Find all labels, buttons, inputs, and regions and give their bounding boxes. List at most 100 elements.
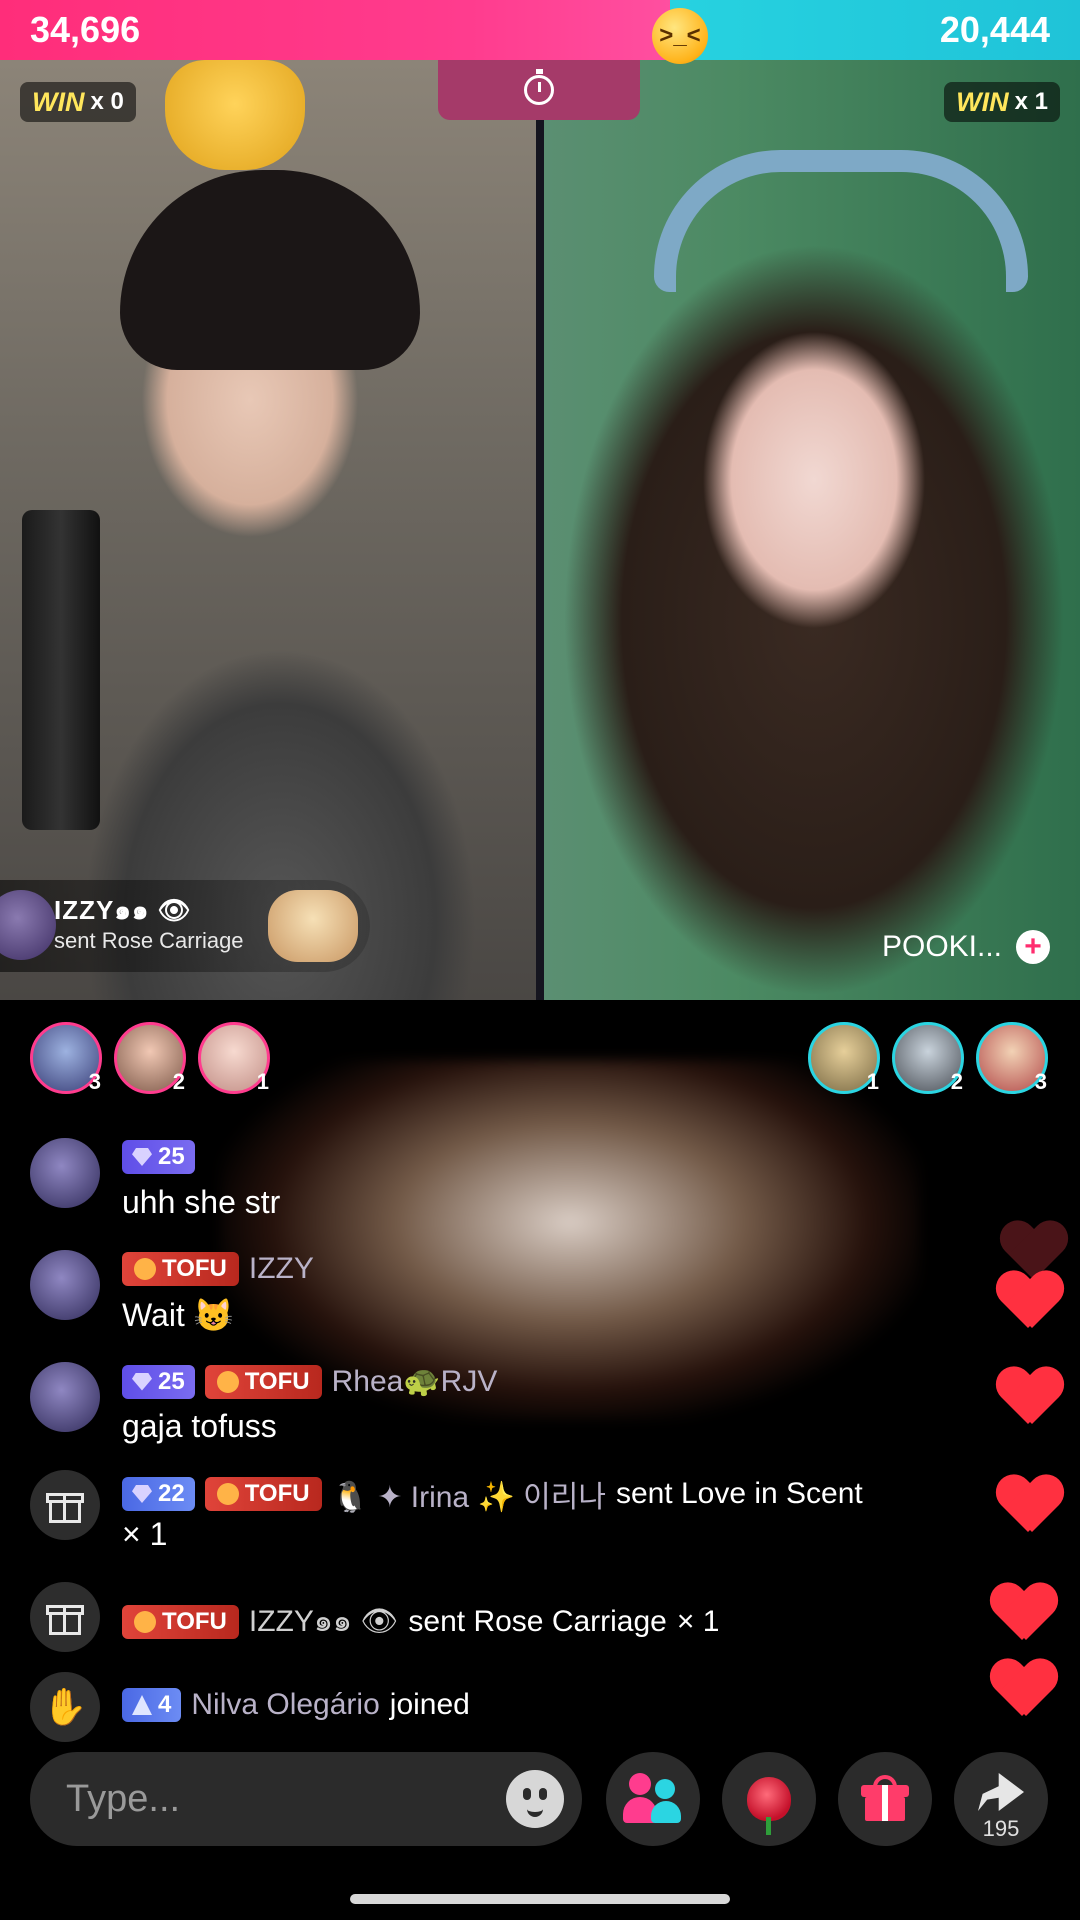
supporter-avatar[interactable]: 2 (892, 1022, 964, 1094)
gift-sender-name: IZZY๑๑ 👁 (54, 895, 192, 925)
username[interactable]: IZZY๑๑ 👁 (249, 1598, 399, 1645)
tofu-badge: TOFU (204, 1364, 322, 1399)
heart-icon (990, 1584, 1054, 1640)
tofu-badge: TOFU (204, 1477, 322, 1511)
tofu-label: TOFU (162, 1255, 227, 1282)
gift-icon (46, 1487, 84, 1523)
win-badge-right: WIN x 1 (944, 82, 1060, 122)
opponent-name: POOKI... (881, 930, 1002, 963)
heart-icon (996, 1476, 1060, 1532)
gift-quantity: × 1 (122, 1516, 168, 1552)
supporter-rank: 1 (866, 1069, 879, 1094)
gift-notification: IZZY๑๑ 👁 sent Rose Carriage (0, 880, 370, 972)
level-value: 25 (158, 1143, 185, 1170)
host-hair (120, 170, 420, 370)
stopwatch-icon (524, 69, 554, 105)
wave-hand-icon: ✋ (42, 1686, 88, 1727)
microphone (22, 510, 100, 830)
heart-icon (990, 1660, 1054, 1716)
win-count: x 1 (1014, 88, 1048, 115)
heart-badge-icon (216, 1483, 239, 1505)
battle-score-bar: 34,696 20,444 (0, 0, 1080, 60)
guests-button[interactable] (606, 1752, 700, 1846)
score-marker-emoji-icon: >_< (652, 8, 708, 64)
share-icon (978, 1773, 1024, 1811)
gem-icon (132, 1148, 152, 1166)
headband (654, 150, 1028, 292)
supporter-avatar[interactable]: 3 (30, 1022, 102, 1094)
emoji-icon[interactable] (506, 1770, 564, 1828)
heart-badge-icon (134, 1610, 156, 1633)
guests-icon (623, 1773, 683, 1825)
rose-icon (747, 1777, 791, 1835)
level-badge: 25 (122, 1140, 195, 1174)
heart-badge-icon (134, 1258, 156, 1280)
comment-input[interactable] (64, 1776, 448, 1822)
supporter-rank: 3 (1034, 1069, 1047, 1094)
supporter-rank: 3 (88, 1069, 101, 1094)
left-top-supporters: 3 2 1 (30, 1022, 270, 1094)
timer-button[interactable] (438, 60, 640, 120)
supporter-avatar[interactable]: 1 (198, 1022, 270, 1094)
right-score: 20,444 (669, 0, 1080, 60)
username[interactable]: 🐧 ✦ Irina ✨ 이리나 (332, 1472, 606, 1516)
supporter-avatar[interactable]: 1 (808, 1022, 880, 1094)
message-text: joined (389, 1688, 470, 1721)
opponent-video (544, 60, 1080, 1000)
avatar[interactable] (30, 1138, 100, 1208)
avatar[interactable] (30, 1362, 100, 1432)
username[interactable]: Nilva Olegário (191, 1688, 379, 1722)
gem-icon (132, 1485, 152, 1503)
level-badge: 22 (122, 1477, 195, 1511)
supporter-rank: 2 (172, 1069, 185, 1094)
host-video (0, 60, 536, 1000)
win-count: x 0 (90, 88, 124, 115)
username[interactable]: Rhea🐢RJV (332, 1364, 498, 1399)
tofu-badge: TOFU (122, 1604, 239, 1639)
gift-icon (46, 1599, 84, 1635)
wave-message-icon: ✋ (30, 1672, 100, 1742)
comment-input-box[interactable] (30, 1752, 582, 1846)
username[interactable]: IZZY (249, 1252, 314, 1286)
hat-sticker-icon (165, 60, 305, 170)
level-badge: 25 (122, 1364, 195, 1399)
level-value: 22 (158, 1480, 185, 1507)
gift-icon (861, 1775, 909, 1823)
rank-triangle-icon (132, 1695, 152, 1715)
tofu-label: TOFU (162, 1607, 227, 1635)
video-divider (536, 60, 544, 1000)
right-top-supporters: 1 2 3 (808, 1022, 1048, 1094)
supporter-avatar[interactable]: 2 (114, 1022, 186, 1094)
heart-icon (996, 1272, 1060, 1328)
supporter-rank: 1 (256, 1069, 269, 1094)
share-count: 195 (982, 1816, 1020, 1841)
rose-gift-button[interactable] (722, 1752, 816, 1846)
avatar (0, 890, 56, 960)
home-indicator[interactable] (350, 1894, 730, 1904)
share-button[interactable]: 195 (954, 1752, 1048, 1846)
gift-text: sent Rose Carriage (54, 928, 244, 953)
gift-quantity: × 1 (676, 1604, 720, 1638)
message-text: Wait 😺 (122, 1297, 234, 1333)
tofu-label: TOFU (244, 1367, 310, 1395)
gem-icon (132, 1372, 152, 1391)
follow-plus-icon[interactable]: + (1016, 930, 1050, 964)
supporter-avatar[interactable]: 3 (976, 1022, 1048, 1094)
tofu-badge: TOFU (122, 1252, 239, 1286)
gift-button[interactable] (838, 1752, 932, 1846)
win-badge-left: WIN x 0 (20, 82, 136, 122)
rose-carriage-icon (268, 890, 358, 962)
left-score: 34,696 (0, 0, 670, 60)
tofu-label: TOFU (244, 1480, 310, 1507)
heart-badge-icon (216, 1370, 239, 1393)
supporter-rank: 2 (950, 1069, 963, 1094)
message-text: gaja tofuss (122, 1408, 277, 1444)
message-text: sent Rose Carriage (408, 1604, 667, 1638)
level-value: 4 (158, 1691, 172, 1718)
level-badge: 4 (122, 1688, 182, 1722)
opponent-follow[interactable]: POOKI... + (882, 930, 1050, 964)
avatar[interactable] (30, 1250, 100, 1320)
level-value: 25 (158, 1367, 185, 1395)
message-text: uhh she str (122, 1184, 281, 1220)
win-label: WIN (956, 86, 1009, 117)
